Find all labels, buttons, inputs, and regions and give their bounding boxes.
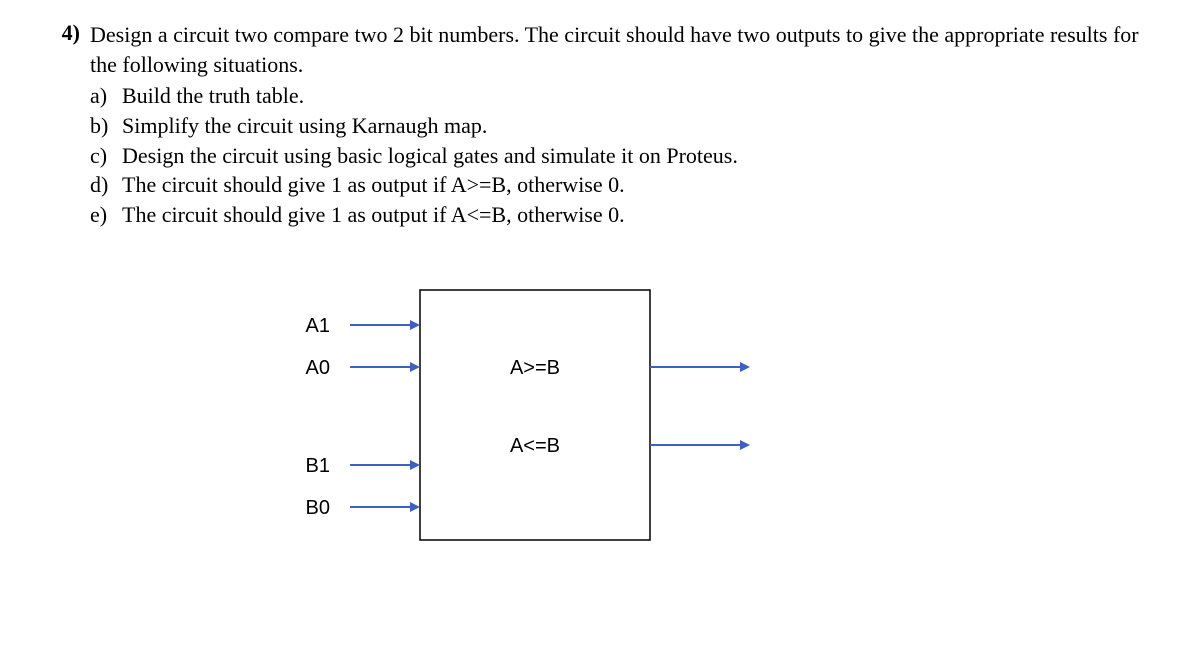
arrowhead-icon xyxy=(740,362,750,372)
sub-item: c) Design the circuit using basic logica… xyxy=(90,141,1160,171)
sub-item: a) Build the truth table. xyxy=(90,81,1160,111)
input-label: B0 xyxy=(306,497,330,519)
input-label: B1 xyxy=(306,455,330,477)
diagram: A1 A0 B1 B0 A>=B A<=B xyxy=(240,270,1160,576)
sub-item: e) The circuit should give 1 as output i… xyxy=(90,200,1160,230)
question-body: Design a circuit two compare two 2 bit n… xyxy=(90,20,1160,230)
sub-text: Simplify the circuit using Karnaugh map. xyxy=(122,111,487,141)
arrowhead-icon xyxy=(410,362,420,372)
output-label: A<=B xyxy=(510,435,560,457)
sub-text: Design the circuit using basic logical g… xyxy=(122,141,738,171)
sub-item: b) Simplify the circuit using Karnaugh m… xyxy=(90,111,1160,141)
question-prompt: Design a circuit two compare two 2 bit n… xyxy=(90,20,1160,79)
question-block: 4) Design a circuit two compare two 2 bi… xyxy=(40,20,1160,230)
sub-label: d) xyxy=(90,170,122,200)
sub-list: a) Build the truth table. b) Simplify th… xyxy=(90,81,1160,229)
sub-item: d) The circuit should give 1 as output i… xyxy=(90,170,1160,200)
arrowhead-icon xyxy=(410,320,420,330)
sub-text: The circuit should give 1 as output if A… xyxy=(122,170,625,200)
arrowhead-icon xyxy=(740,440,750,450)
output-label: A>=B xyxy=(510,357,560,379)
comparator-box xyxy=(420,290,650,540)
question-number: 4) xyxy=(40,20,90,46)
comparator-block-diagram: A1 A0 B1 B0 A>=B A<=B xyxy=(240,270,840,570)
arrowhead-icon xyxy=(410,460,420,470)
sub-label: a) xyxy=(90,81,122,111)
sub-text: The circuit should give 1 as output if A… xyxy=(122,200,625,230)
sub-label: c) xyxy=(90,141,122,171)
arrowhead-icon xyxy=(410,502,420,512)
sub-text: Build the truth table. xyxy=(122,81,304,111)
input-label: A1 xyxy=(306,315,330,337)
sub-label: e) xyxy=(90,200,122,230)
input-label: A0 xyxy=(306,357,330,379)
sub-label: b) xyxy=(90,111,122,141)
